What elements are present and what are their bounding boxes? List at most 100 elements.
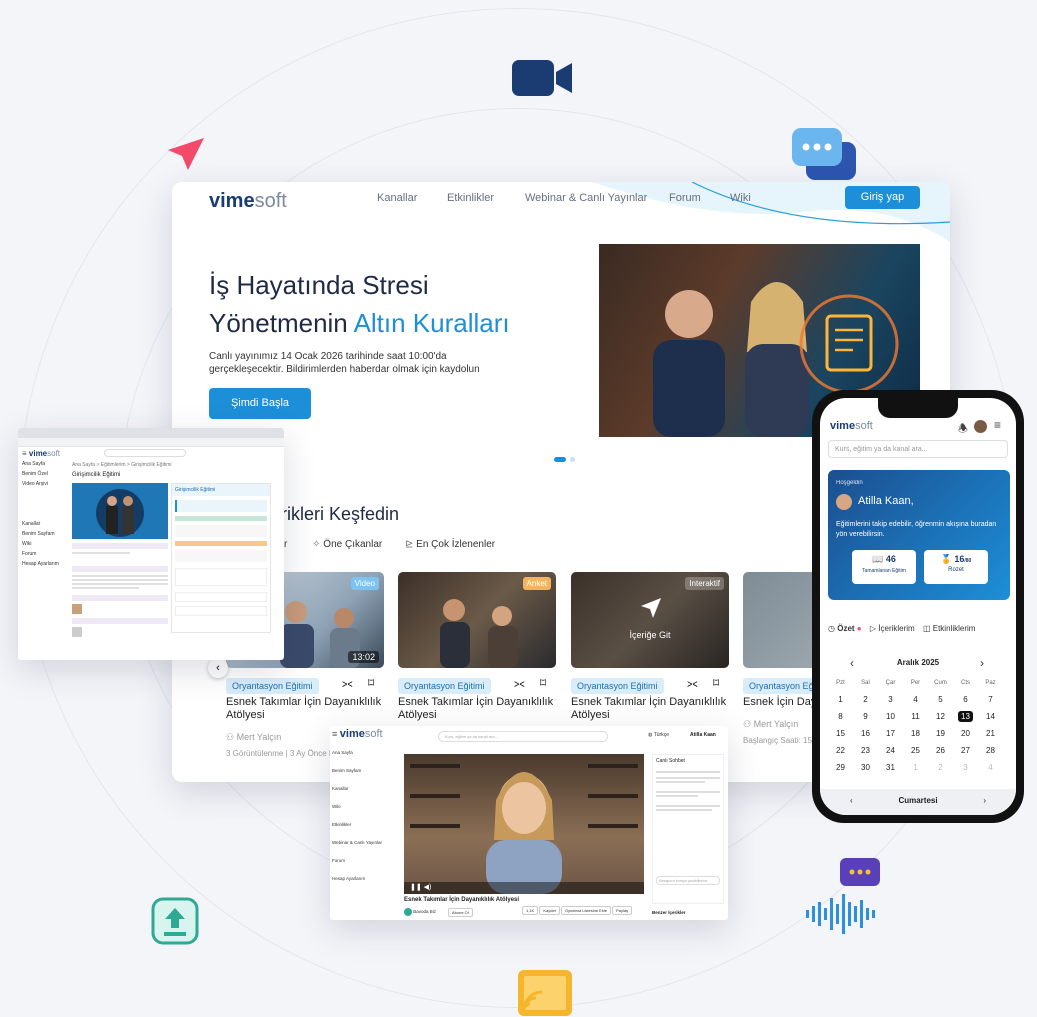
nav-forum[interactable]: Forum [669, 192, 701, 204]
calendar-day[interactable]: 2 [853, 691, 878, 708]
bookmark-icon[interactable]: ⌑ [368, 676, 374, 690]
channel-name[interactable]: Bavoda Biz [404, 908, 436, 916]
calendar-day[interactable]: 10 [878, 708, 903, 725]
calendar-day[interactable]: 25 [903, 742, 928, 759]
calendar-day[interactable]: 30 [853, 759, 878, 776]
player-search[interactable]: Kurs, eğitim ya da kanal ara... [438, 731, 608, 742]
content-card[interactable]: Anket Oryantasyon Eğitimi ⪥ ⌑ Esnek Takıml… [398, 572, 563, 722]
avatar[interactable] [974, 420, 987, 433]
language-selector[interactable]: ◍ Türkçe [648, 732, 669, 738]
nav-events[interactable]: Etkinlikler [447, 192, 494, 204]
calendar-day[interactable]: 15 [828, 725, 853, 742]
share-icon[interactable]: ⪥ [687, 676, 698, 691]
user-menu[interactable]: Atilla Kaan [690, 732, 716, 738]
start-now-button[interactable]: Şimdi Başla [209, 388, 311, 419]
calendar-day[interactable]: 31 [878, 759, 903, 776]
sidebar-item[interactable]: Wiki [332, 804, 396, 810]
add-to-playlist-button[interactable]: Oynatma Listesine Ekle [560, 906, 611, 915]
sidebar-item[interactable]: Ana Sayfa [22, 461, 72, 467]
calendar-day[interactable]: 5 [928, 691, 953, 708]
calendar-day[interactable]: 14 [978, 708, 1003, 725]
video-player[interactable]: ❚❚ ◀) [404, 754, 644, 894]
sidebar-item[interactable]: Forum [22, 551, 72, 557]
calendar-day[interactable]: 8 [828, 708, 853, 725]
tab-contents[interactable]: ▷ İçeriklerim [870, 624, 915, 633]
calendar-day[interactable]: 11 [903, 708, 928, 725]
nav-channels[interactable]: Kanallar [377, 192, 417, 204]
sidebar-item[interactable]: Benim Özel [22, 471, 72, 477]
go-to-content-label[interactable]: İçeriğe Git [571, 630, 729, 640]
sidebar-item[interactable]: Kanallar [22, 521, 72, 527]
sidebar-item[interactable]: Benim Sayfam [332, 768, 396, 774]
share-icon[interactable]: ⪥ [342, 676, 353, 691]
day-next[interactable]: › [983, 789, 986, 813]
sidebar-item[interactable]: Ana Sayfa [332, 750, 396, 756]
carousel-prev-button[interactable]: ‹ [208, 658, 228, 678]
calendar-day[interactable]: 22 [828, 742, 853, 759]
calendar-day[interactable]: 29 [828, 759, 853, 776]
card-title[interactable]: Esnek Takımlar İçin Dayanıklılık Atölyes… [226, 696, 391, 722]
calendar-day[interactable]: 9 [853, 708, 878, 725]
calendar-day[interactable]: 6 [953, 691, 978, 708]
login-button[interactable]: Giriş yap [845, 186, 920, 209]
calendar-day[interactable]: 20 [953, 725, 978, 742]
sidebar-item[interactable]: Kanallar [332, 786, 396, 792]
notification-bell-icon[interactable]: 🕭 [958, 420, 968, 439]
calendar-day[interactable]: 16 [853, 725, 878, 742]
tab-most-watched[interactable]: En Çok İzlenenler [416, 539, 495, 550]
day-prev[interactable]: ‹ [850, 789, 853, 813]
site-logo[interactable]: vimesoft [209, 190, 287, 213]
chat-input[interactable]: Mesajınızı buraya yazabilirsiniz [656, 876, 720, 885]
calendar-day[interactable]: 23 [853, 742, 878, 759]
calendar-day-selected[interactable]: 13 [953, 708, 978, 725]
calendar-day[interactable]: 28 [978, 742, 1003, 759]
calendar-day[interactable]: 24 [878, 742, 903, 759]
subscribe-button[interactable]: Abone Ol [448, 908, 473, 917]
calendar-day[interactable]: 4 [903, 691, 928, 708]
sidebar-item[interactable]: Hesap Ayarlarım [22, 561, 72, 567]
video-controls[interactable]: ❚❚ ◀) [404, 882, 644, 894]
calendar-day[interactable]: 2 [928, 759, 953, 776]
save-button[interactable]: Kaydet [539, 906, 560, 915]
calendar-next[interactable]: › [980, 656, 984, 670]
nav-webinars[interactable]: Webinar & Canlı Yayınlar [525, 192, 647, 204]
sidebar-item[interactable]: Forum [332, 858, 396, 864]
content-tabs[interactable]: r ✧ Öne Çıkanlar ⊵ En Çok İzlenenler [284, 539, 495, 550]
card-category[interactable]: Oryantasyon Eğitimi [226, 678, 319, 694]
calendar-day[interactable]: 4 [978, 759, 1003, 776]
card-title[interactable]: Esnek Takımlar İçin Dayanıklılık Atölyes… [571, 696, 736, 722]
tab-events[interactable]: ◫ Etkinliklerim [923, 624, 975, 633]
share-button[interactable]: Paylaş [612, 906, 633, 915]
sidebar-item[interactable]: Video Arşivi [22, 481, 72, 487]
phone-logo[interactable]: vimesoft [830, 420, 873, 432]
bookmark-icon[interactable]: ⌑ [713, 676, 719, 690]
calendar-day[interactable]: 7 [978, 691, 1003, 708]
calendar-day[interactable]: 19 [928, 725, 953, 742]
admin-search[interactable] [104, 449, 186, 457]
content-card[interactable]: Interaktif İçeriğe Git Oryantasyon Eğiti… [571, 572, 736, 722]
calendar-day[interactable]: 1 [903, 759, 928, 776]
tab-summary[interactable]: ◷ Özet ● [828, 624, 862, 633]
sidebar-item[interactable]: Webinar & Canlı Yayınlar [332, 840, 396, 846]
share-icon[interactable]: ⪥ [514, 676, 525, 691]
calendar-day[interactable]: 12 [928, 708, 953, 725]
calendar-day[interactable]: 3 [953, 759, 978, 776]
tab-latest[interactable]: r [284, 539, 287, 550]
bookmark-icon[interactable]: ⌑ [540, 676, 546, 690]
calendar-day[interactable]: 17 [878, 725, 903, 742]
card-title[interactable]: Esnek Takımlar İçin Dayanıklılık Atölyes… [398, 696, 563, 722]
sidebar-item[interactable]: Hesap Ayarlarım [332, 876, 396, 882]
sidebar-item[interactable]: Wiki [22, 541, 72, 547]
player-logo[interactable]: ≡ vimesoft [332, 728, 383, 740]
calendar-day[interactable]: 27 [953, 742, 978, 759]
calendar-day[interactable]: 18 [903, 725, 928, 742]
calendar-day[interactable]: 26 [928, 742, 953, 759]
nav-wiki[interactable]: Wiki [730, 192, 751, 204]
calendar-day[interactable]: 1 [828, 691, 853, 708]
calendar-day[interactable]: 3 [878, 691, 903, 708]
admin-logo[interactable]: ≡ vimesoft [22, 449, 60, 458]
hamburger-menu-icon[interactable]: ≡ [994, 418, 1001, 432]
sidebar-item[interactable]: Etkinlikler [332, 822, 396, 828]
sidebar-item[interactable]: Benim Sayfam [22, 531, 72, 537]
card-category[interactable]: Oryantasyon Eğitimi [571, 678, 664, 694]
